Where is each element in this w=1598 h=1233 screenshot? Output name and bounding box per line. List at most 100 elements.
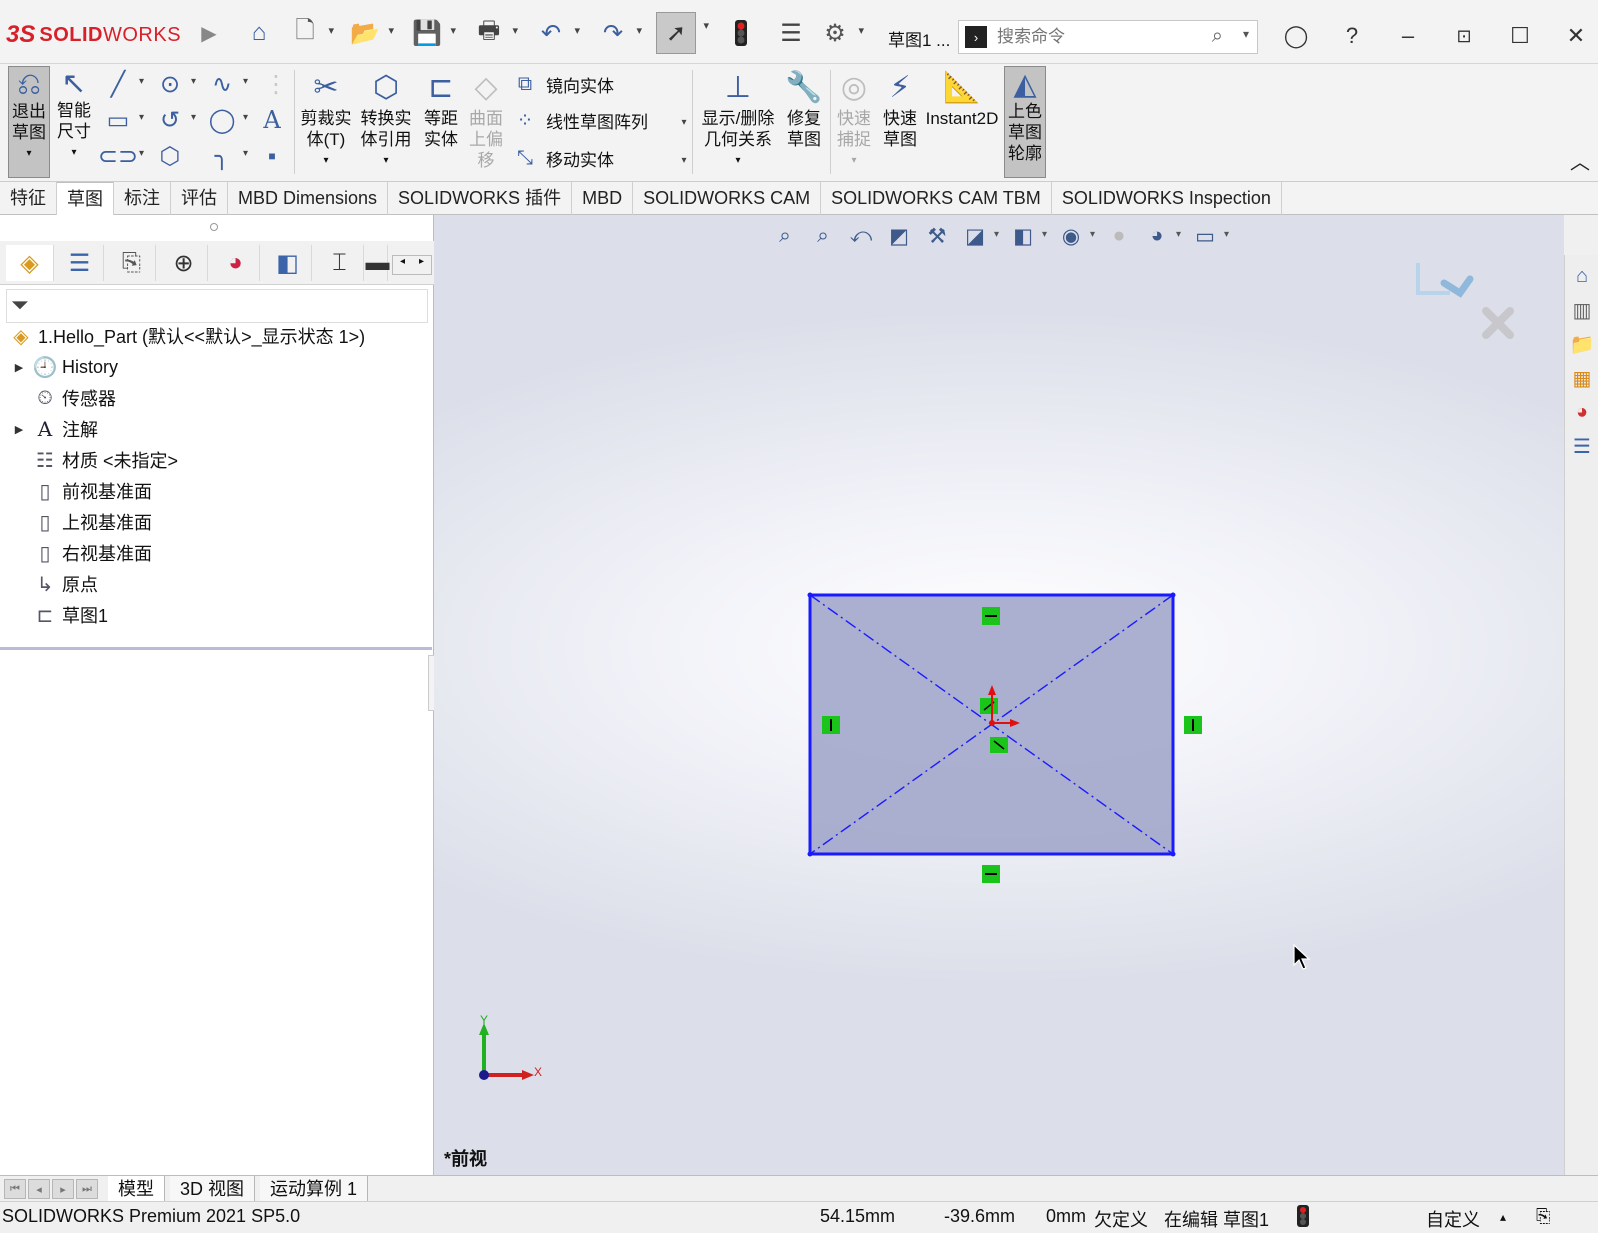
prev-tab-icon[interactable]: ◂	[28, 1179, 50, 1199]
redo-icon[interactable]: ↷	[598, 18, 642, 48]
center-circle-icon[interactable]: ⊙ ▾	[156, 70, 196, 98]
smart-dimension-button[interactable]: ↖ 智能 尺寸 ▾	[54, 66, 94, 163]
slot-icon[interactable]: ⊂⊃ ▾	[98, 142, 144, 170]
maximize-icon[interactable]: ☐	[1506, 22, 1534, 50]
part-root-item[interactable]: ◈ 1.Hello_Part (默认<<默认>_显示状态 1>)	[4, 321, 365, 351]
status-tags-icon[interactable]: ⎘	[1536, 1206, 1550, 1227]
convert-entities-button[interactable]: ⬡ 转换实 体引用 ▾	[358, 66, 414, 171]
next-tab-icon[interactable]: ▸	[52, 1179, 74, 1199]
property-manager-tab-icon[interactable]: ☰	[56, 245, 104, 281]
exit-sketch-button[interactable]: ⎌ 退出 草图 ▾	[8, 66, 50, 178]
sketch-point[interactable]	[1170, 851, 1176, 857]
search-commands-box[interactable]: › ⌕ ▾	[958, 20, 1258, 54]
sketch-point[interactable]	[807, 592, 813, 598]
file-explorer-icon[interactable]: 📁	[1567, 329, 1597, 359]
line-icon[interactable]: ╱ ▾	[104, 70, 144, 98]
select-pointer-icon[interactable]: ➚	[656, 12, 709, 54]
linear-pattern-button[interactable]: ⁘ 线性草图阵列	[512, 108, 648, 133]
rapid-sketch-button[interactable]: ⚡ 快速 草图	[880, 66, 920, 150]
tab-markup[interactable]: 标注	[114, 182, 171, 215]
scroll-left-icon[interactable]: ◂	[393, 256, 412, 274]
tab-motion-study[interactable]: 运动算例 1	[260, 1176, 369, 1202]
filter-icon[interactable]: ⏷	[11, 292, 29, 318]
view-palette-icon[interactable]: ▦	[1567, 363, 1597, 393]
tree-item-sketch1[interactable]: ⊏ 草图1	[10, 600, 108, 630]
previous-view-icon[interactable]: ⤺	[845, 221, 877, 251]
spline-icon[interactable]: ∿ ▾	[208, 70, 248, 98]
dynamic-annotation-icon[interactable]: ⚒	[921, 221, 953, 251]
sketch-point[interactable]	[1170, 592, 1176, 598]
close-icon[interactable]: ✕	[1562, 22, 1590, 50]
restore-window-icon[interactable]: ⊡	[1450, 22, 1478, 50]
home-icon[interactable]: ⌂	[244, 18, 274, 48]
tab-solidworks-inspection[interactable]: SOLIDWORKS Inspection	[1052, 182, 1282, 215]
pattern-dropdown-icon[interactable]: ▾	[670, 108, 698, 136]
options-gear-icon[interactable]: ⚙	[820, 18, 864, 48]
tab-scroll-arrows[interactable]: ◂ ▸	[392, 255, 432, 275]
menu-expand-arrow-icon[interactable]: ▶	[194, 18, 224, 48]
tree-item-right-plane[interactable]: ▯ 右视基准面	[10, 538, 152, 568]
save-icon[interactable]: 💾	[412, 18, 456, 48]
tree-filter-box[interactable]: ⏷	[6, 289, 428, 323]
search-dropdown-icon[interactable]: ▾	[1243, 27, 1249, 41]
trim-dropdown-icon[interactable]: ▾	[298, 150, 354, 171]
print-icon[interactable]: 🖶	[474, 17, 518, 48]
rebuild-traffic-light-icon[interactable]	[726, 18, 756, 48]
tab-model[interactable]: 模型	[108, 1176, 165, 1202]
help-icon[interactable]: ?	[1338, 22, 1366, 50]
exit-dropdown-icon[interactable]: ▾	[9, 143, 49, 164]
cam-operation-tab-icon[interactable]: ⌶	[316, 245, 364, 281]
mirror-entities-button[interactable]: ⧉ 镜向实体	[512, 72, 614, 97]
tab-3d-views[interactable]: 3D 视图	[170, 1176, 256, 1202]
hide-show-items-icon[interactable]: ◉	[1055, 221, 1095, 251]
unit-system[interactable]: 自定义	[1426, 1206, 1480, 1232]
arc-icon[interactable]: ↺ ▾	[156, 106, 196, 134]
polygon-icon[interactable]: ⬡	[156, 142, 184, 170]
user-account-icon[interactable]: ◯	[1282, 22, 1310, 50]
tree-item-history[interactable]: ▶ 🕘 History	[10, 352, 118, 382]
offset-entities-button[interactable]: ⊏ 等距 实体	[420, 66, 462, 150]
document-title[interactable]: 草图1 ...	[888, 26, 950, 51]
coincident-relation-icon[interactable]	[980, 698, 998, 714]
ellipse-icon[interactable]: ◯ ▾	[208, 106, 248, 134]
expand-arrow-icon[interactable]: ▶	[10, 423, 28, 436]
display-style-icon[interactable]: ◧	[1007, 221, 1047, 251]
search-icon[interactable]: ⌕	[1212, 25, 1223, 48]
coincident-relation-icon[interactable]	[990, 737, 1008, 753]
display-manager-tab-icon[interactable]: ◕	[212, 245, 260, 281]
horizontal-relation-icon[interactable]	[982, 865, 1000, 883]
design-library-icon[interactable]: ▥	[1567, 295, 1597, 325]
point-icon[interactable]: ■	[258, 142, 286, 170]
cam-feature-tab-icon[interactable]: ◧	[264, 245, 312, 281]
view-orientation-icon[interactable]: ◪	[959, 221, 999, 251]
tab-solidworks-addins[interactable]: SOLIDWORKS 插件	[388, 182, 573, 215]
exit-sketch-confirm-icon[interactable]	[1414, 259, 1480, 305]
zoom-to-area-icon[interactable]: ⌕	[807, 221, 839, 251]
shaded-sketch-contours-button[interactable]: ◭ 上色 草图 轮廓	[1004, 66, 1046, 178]
unit-dropdown-icon[interactable]: ▴	[1500, 1210, 1506, 1224]
rectangle-icon[interactable]: ▭ ▾	[104, 106, 144, 134]
trim-entities-button[interactable]: ✂ 剪裁实 体(T) ▾	[298, 66, 354, 171]
sketch-point[interactable]	[807, 851, 813, 857]
tree-item-annotations[interactable]: ▶ A 注解	[10, 414, 98, 444]
tree-item-origin[interactable]: ↳ 原点	[10, 569, 98, 599]
fillet-icon[interactable]: ╮ ▾	[208, 142, 248, 170]
last-tab-icon[interactable]: ⏭	[76, 1179, 98, 1199]
section-view-icon[interactable]: ◩	[883, 221, 915, 251]
smart-dimension-dropdown-icon[interactable]: ▾	[54, 142, 94, 163]
configuration-manager-tab-icon[interactable]: ⎘	[108, 245, 156, 281]
graphics-area[interactable]: ⌕ ⌕ ⤺ ◩ ⚒ ◪ ◧ ◉ ● ◕ ▭ ◫ ◫ – ⧉ ✕	[434, 215, 1564, 1175]
tree-item-front-plane[interactable]: ▯ 前视基准面	[10, 476, 152, 506]
tab-features[interactable]: 特征	[0, 182, 57, 215]
tab-mbd[interactable]: MBD	[572, 182, 634, 215]
sketch-geometry[interactable]	[794, 575, 1214, 905]
dimxpert-tab-icon[interactable]: ⊕	[160, 245, 208, 281]
move-dropdown-icon[interactable]: ▾	[670, 146, 698, 174]
move-entities-button[interactable]: ⤡ 移动实体	[512, 146, 614, 171]
edit-appearance-icon[interactable]: ●	[1103, 221, 1135, 251]
tab-evaluate[interactable]: 评估	[171, 182, 228, 215]
vertical-relation-icon[interactable]	[822, 716, 840, 734]
file-properties-icon[interactable]: ☰	[776, 18, 806, 48]
tab-sketch[interactable]: 草图	[57, 182, 114, 215]
text-icon[interactable]: A	[258, 106, 286, 134]
